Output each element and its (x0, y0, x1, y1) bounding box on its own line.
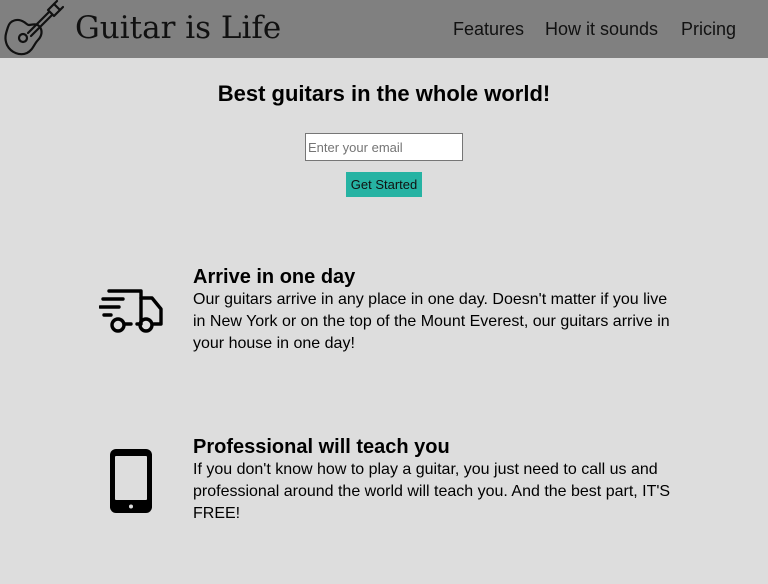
email-input[interactable] (305, 133, 463, 161)
feature-text-lessons: If you don't know how to play a guitar, … (193, 461, 671, 522)
feature-title-lessons: Professional will teach you (193, 436, 450, 458)
shipping-truck-icon (99, 289, 163, 333)
guitar-icon[interactable] (2, 0, 64, 58)
mobile-phone-icon (110, 449, 152, 513)
hero-title: Best guitars in the whole world! (217, 81, 551, 106)
feature-text-delivery: Our guitars arrive in any place in one d… (193, 291, 670, 352)
site-header: Guitar is Life Features How it sounds Pr… (0, 0, 768, 58)
nav-link-features[interactable]: Features (453, 18, 524, 40)
nav-link-how-it-sounds[interactable]: How it sounds (545, 18, 658, 40)
nav-link-pricing[interactable]: Pricing (681, 18, 736, 40)
feature-title-delivery: Arrive in one day (193, 266, 356, 288)
get-started-button[interactable]: Get Started (346, 172, 422, 197)
brand-title: Guitar is Life (75, 10, 282, 46)
